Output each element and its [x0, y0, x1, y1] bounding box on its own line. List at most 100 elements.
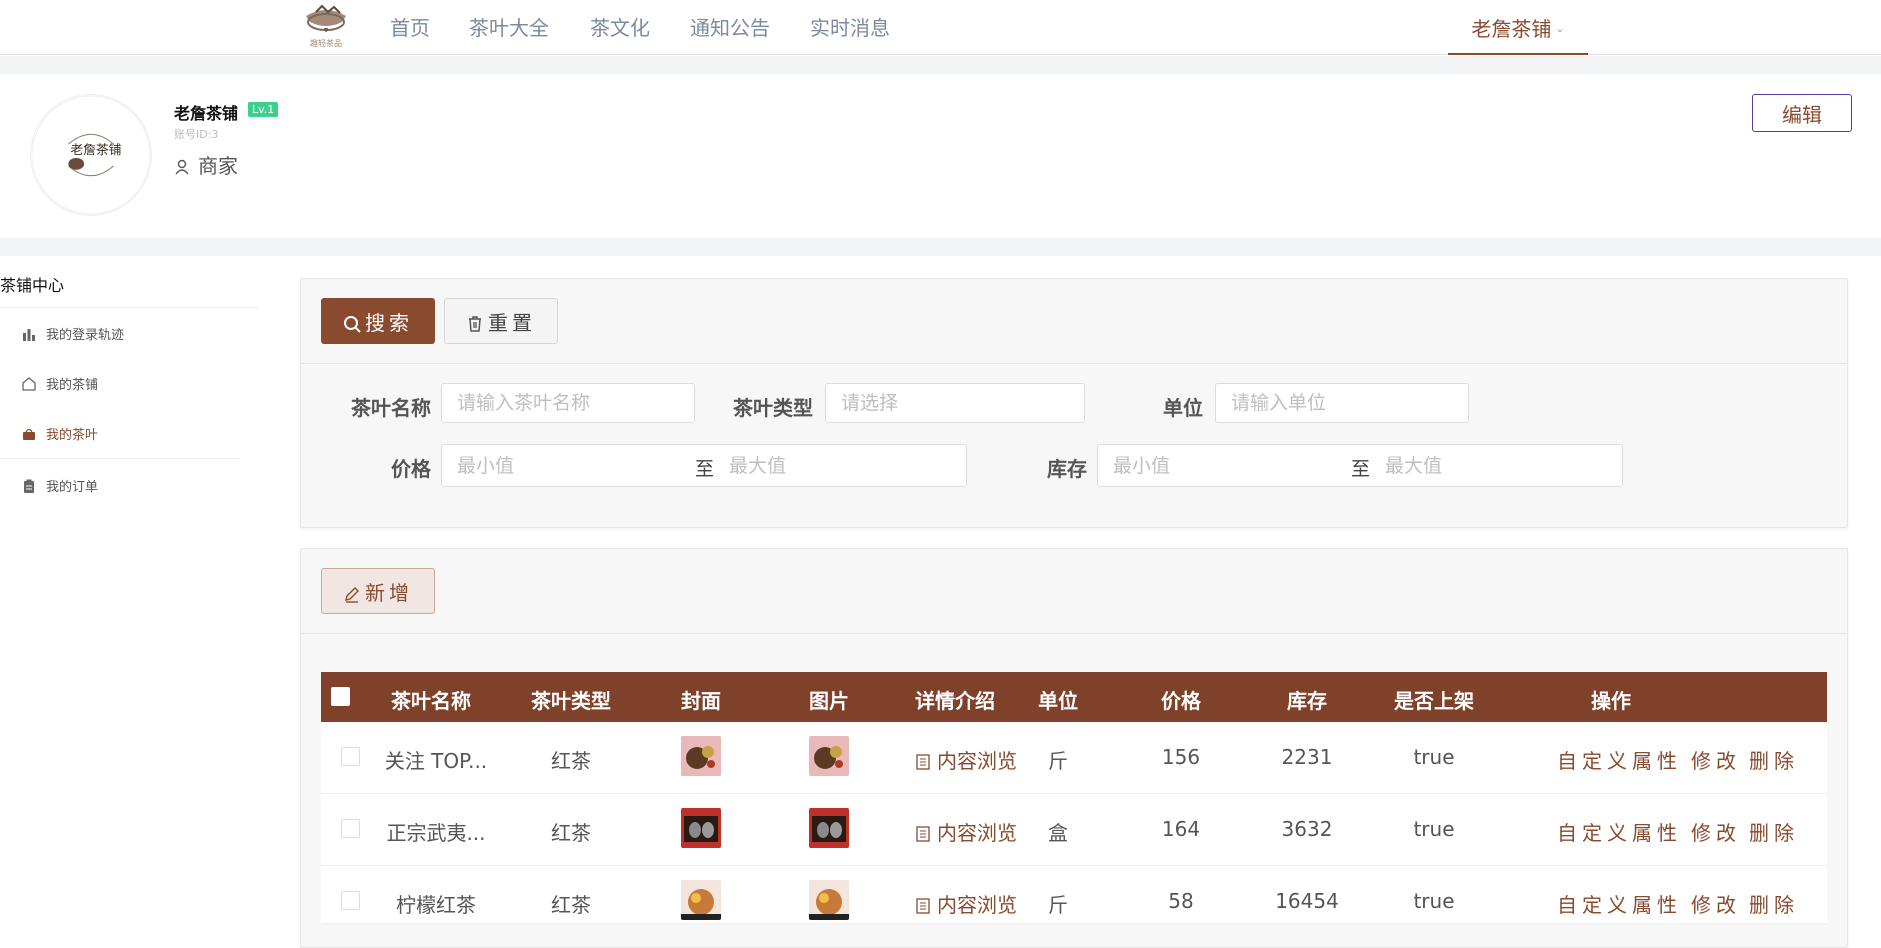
sidebar-item-label: 我的登录轨迹: [46, 328, 125, 343]
sidebar-item-my-tea[interactable]: 我的茶叶: [22, 424, 98, 443]
column-header-type[interactable]: 茶叶类型: [511, 685, 631, 714]
delete-button[interactable]: 删除: [1749, 817, 1799, 846]
column-header-actions: 操作: [1591, 689, 1631, 713]
column-header-price[interactable]: 价格: [1141, 685, 1221, 714]
chevron-down-icon: ⌄: [1555, 22, 1565, 35]
add-button-label: 新增: [365, 580, 413, 605]
table-header: 茶叶名称 茶叶类型 封面 图片 详情介绍 单位 价格 库存 是否上架 操作: [321, 672, 1827, 722]
document-icon: [916, 826, 930, 842]
nav-item-tea-culture[interactable]: 茶文化: [590, 12, 650, 41]
role-line: 商家: [174, 150, 238, 179]
image-thumbnail[interactable]: [809, 808, 849, 848]
column-header-cover: 封面: [681, 689, 721, 713]
nav-item-notices[interactable]: 通知公告: [690, 12, 770, 41]
person-icon: [175, 159, 189, 175]
image-image-icon: [809, 736, 849, 776]
cover-thumbnail[interactable]: [681, 808, 721, 848]
column-header-image: 图片: [809, 689, 849, 713]
add-tea-button[interactable]: 新增: [321, 568, 435, 614]
edit-icon: [345, 586, 359, 603]
document-icon: [916, 754, 930, 770]
search-panel: 搜索 重置 茶叶名称 茶叶类型 单位 价格 至 库存 至: [300, 278, 1848, 528]
view-detail-link[interactable]: 内容浏览: [915, 745, 1017, 774]
custom-attr-button[interactable]: 自定义属性: [1557, 889, 1682, 918]
site-logo[interactable]: 趣轻茶品: [302, 0, 350, 52]
column-header-on-sale[interactable]: 是否上架: [1379, 685, 1489, 714]
tea-name-label: 茶叶名称: [351, 396, 431, 420]
nav-item-home[interactable]: 首页: [390, 12, 430, 41]
column-header-stock[interactable]: 库存: [1267, 685, 1347, 714]
cell-on-sale: true: [1413, 745, 1455, 769]
select-all-checkbox[interactable]: [331, 687, 350, 706]
shop-name: 老詹茶铺: [174, 104, 239, 123]
sidebar-divider: [0, 458, 240, 459]
search-button[interactable]: 搜索: [321, 298, 435, 344]
clipboard-icon: [24, 479, 34, 493]
level-badge: Lv.1: [248, 102, 279, 117]
home-icon: [22, 377, 36, 391]
user-menu[interactable]: 老詹茶铺 ⌄: [1448, 0, 1588, 55]
cell-tea-type: 红茶: [551, 749, 591, 773]
cell-on-sale: true: [1413, 817, 1455, 841]
reset-button[interactable]: 重置: [444, 298, 558, 344]
sidebar-item-my-orders[interactable]: 我的订单: [22, 476, 98, 495]
custom-attr-button[interactable]: 自定义属性: [1557, 745, 1682, 774]
search-icon: [344, 315, 361, 333]
price-label: 价格: [391, 457, 431, 481]
stock-min-input[interactable]: [1113, 451, 1343, 481]
range-separator: 至: [695, 458, 715, 480]
price-min-input[interactable]: [457, 451, 687, 481]
price-max-input[interactable]: [729, 451, 959, 481]
modify-button[interactable]: 修改: [1691, 889, 1741, 918]
cover-thumbnail[interactable]: [681, 880, 721, 920]
image-thumbnail[interactable]: [809, 736, 849, 776]
column-header-unit[interactable]: 单位: [1023, 685, 1093, 714]
cell-tea-name: 正宗武夷...: [386, 821, 486, 845]
modify-button[interactable]: 修改: [1691, 817, 1741, 846]
cell-tea-type: 红茶: [551, 893, 591, 917]
custom-attr-button[interactable]: 自定义属性: [1557, 817, 1682, 846]
shop-avatar: 老詹茶铺: [30, 94, 152, 216]
column-header-name[interactable]: 茶叶名称: [371, 685, 491, 714]
modify-button[interactable]: 修改: [1691, 745, 1741, 774]
cell-price: 58: [1168, 889, 1194, 913]
image-thumbnail[interactable]: [809, 880, 849, 920]
cell-unit: 斤: [1048, 893, 1068, 917]
view-detail-link[interactable]: 内容浏览: [915, 817, 1017, 846]
profile-spacer: [0, 238, 1881, 256]
nav-item-tea-catalog[interactable]: 茶叶大全: [469, 12, 549, 41]
search-button-label: 搜索: [365, 310, 413, 335]
delete-button[interactable]: 删除: [1749, 889, 1799, 918]
table-row: 柠檬红茶 红茶 内容浏览 斤 58 16454 true 自定义属性 修改 删除: [321, 866, 1827, 924]
view-detail-label: 内容浏览: [937, 893, 1017, 917]
logo-text: 趣轻茶品: [310, 38, 342, 48]
tea-type-select[interactable]: [825, 383, 1085, 423]
image-image-icon: [809, 880, 849, 920]
stock-label: 库存: [1047, 457, 1087, 481]
cover-thumbnail[interactable]: [681, 736, 721, 776]
bar-chart-icon: [23, 329, 35, 341]
account-id: 账号ID:3: [174, 128, 219, 141]
cell-price: 164: [1161, 817, 1201, 841]
edit-profile-button[interactable]: 编辑: [1752, 94, 1852, 132]
reset-button-label: 重置: [488, 310, 536, 335]
cover-image-icon: [681, 736, 721, 776]
row-checkbox[interactable]: [341, 747, 360, 766]
cell-price: 156: [1161, 745, 1201, 769]
unit-input[interactable]: [1215, 383, 1469, 423]
view-detail-link[interactable]: 内容浏览: [915, 889, 1017, 918]
trash-icon: [469, 315, 481, 332]
bag-icon: [23, 428, 35, 440]
stock-max-input[interactable]: [1385, 451, 1615, 481]
sidebar-item-login-history[interactable]: 我的登录轨迹: [22, 324, 124, 343]
sidebar-divider: [0, 307, 258, 308]
row-checkbox[interactable]: [341, 819, 360, 838]
cell-stock: 2231: [1281, 745, 1333, 769]
profile-card: 老詹茶铺 老詹茶铺 Lv.1 账号ID:3 商家 编辑: [0, 74, 1881, 238]
row-checkbox[interactable]: [341, 891, 360, 910]
tea-name-input[interactable]: [441, 383, 695, 423]
nav-item-live-messages[interactable]: 实时消息: [810, 12, 890, 41]
delete-button[interactable]: 删除: [1749, 745, 1799, 774]
sidebar-item-my-shop[interactable]: 我的茶铺: [22, 374, 98, 393]
cell-on-sale: true: [1413, 889, 1455, 913]
